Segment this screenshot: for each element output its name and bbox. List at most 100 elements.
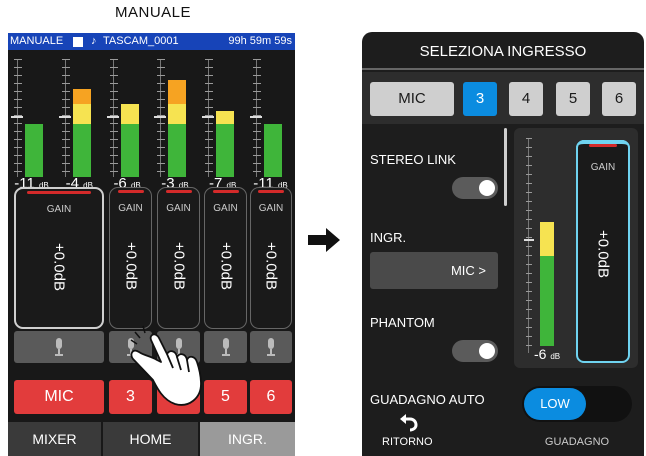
- input-select-screen: SELEZIONA INGRESSO MIC 3 4 5 6 STEREO LI…: [362, 32, 644, 456]
- stereo-link-label: STEREO LINK: [370, 152, 456, 167]
- mic-button-5[interactable]: [204, 331, 247, 363]
- meter-peak-mark: [202, 115, 215, 118]
- meter-db-readout: -6 dB: [534, 346, 560, 362]
- gain-label: GAIN: [118, 203, 143, 214]
- meter-channel: -11 dB: [247, 55, 294, 193]
- nav-ingr[interactable]: INGR.: [200, 422, 295, 456]
- ingr-select[interactable]: MIC >: [370, 252, 498, 289]
- chevron-right-icon: >: [478, 263, 486, 278]
- tab-3[interactable]: 3: [463, 82, 497, 116]
- meter-channel: -6 dB: [104, 55, 151, 193]
- gain-card-5[interactable]: GAIN +0.0dB: [204, 187, 247, 329]
- gain-card-4[interactable]: GAIN +0.0dB: [157, 187, 200, 329]
- meter-peak-mark: [154, 115, 167, 118]
- meter-db-unit: dB: [550, 352, 561, 361]
- mic-button-6[interactable]: [250, 331, 292, 363]
- status-remaining-time: 99h 59m 59s: [228, 35, 292, 47]
- meter-channel: -7 dB: [199, 55, 246, 193]
- peak-indicator: [589, 144, 617, 147]
- microphone-icon: [221, 338, 230, 356]
- settings-scrollbar[interactable]: [504, 128, 507, 206]
- gain-card-6[interactable]: GAIN +0.0dB: [250, 187, 292, 329]
- gain-value: +0.0dB: [217, 242, 234, 290]
- meter-scale: [157, 59, 166, 177]
- music-note-icon: ♪: [91, 35, 97, 47]
- meter-scale: [253, 59, 261, 177]
- peak-indicator: [117, 190, 144, 193]
- meter-peak-mark: [250, 115, 262, 118]
- meter-bar-orange: [72, 88, 91, 104]
- meter-scale: [14, 59, 22, 177]
- microphone-icon: [267, 338, 275, 356]
- tab-mic[interactable]: MIC: [370, 82, 454, 116]
- meter-scale: [526, 138, 532, 353]
- meter-bar-yellow: [120, 103, 139, 124]
- meter-bar-green: [216, 123, 235, 177]
- gain-card-3[interactable]: GAIN +0.0dB: [109, 187, 152, 329]
- gain-label: GAIN: [166, 203, 191, 214]
- meter-scale: [109, 59, 118, 177]
- meter-channel: -4 dB: [56, 55, 103, 193]
- nav-mixer[interactable]: MIXER: [8, 422, 101, 456]
- status-filename: TASCAM_0001: [103, 35, 179, 47]
- microphone-icon: [55, 338, 63, 356]
- peak-indicator: [258, 190, 284, 193]
- phantom-label: PHANTOM: [370, 315, 435, 330]
- meter-channel: -11 dB: [8, 55, 55, 193]
- gain-value: +0.0dB: [170, 242, 187, 290]
- channel-button-6[interactable]: 6: [250, 380, 292, 414]
- level-meters: -11 dB -4 dB -6 dB -3 dB -7 dB -11 dB: [8, 55, 295, 193]
- tab-4[interactable]: 4: [509, 82, 543, 116]
- gain-label: GAIN: [46, 204, 72, 215]
- input-tabs: MIC 3 4 5 6: [362, 72, 644, 124]
- ingr-value: MIC: [450, 263, 475, 278]
- meter-bar-green: [264, 123, 282, 177]
- meter-bar-green: [25, 123, 43, 177]
- channel-button-5[interactable]: 5: [204, 380, 247, 414]
- meter-bar-orange: [168, 80, 187, 104]
- guadagno-label: GUADAGNO: [544, 436, 610, 448]
- peak-indicator: [27, 191, 91, 194]
- channel-meter-panel: -6 dB GAIN +0.0dB: [514, 128, 638, 368]
- meter-peak-mark: [106, 115, 119, 118]
- meter-peak-mark: [524, 239, 534, 241]
- toggle-knob: [479, 180, 495, 196]
- peak-indicator: [165, 190, 192, 193]
- tab-6[interactable]: 6: [602, 82, 636, 116]
- gain-label: GAIN: [213, 203, 238, 214]
- meter-bar-yellow: [540, 222, 554, 256]
- stereo-link-toggle[interactable]: [452, 177, 498, 199]
- meter-peak-mark: [58, 115, 71, 118]
- low-option[interactable]: LOW: [524, 388, 586, 420]
- meter-scale: [61, 59, 70, 177]
- gain-value: +0.0dB: [122, 242, 139, 290]
- status-mode: MANUALE: [10, 35, 64, 47]
- back-arrow-icon[interactable]: [398, 412, 418, 432]
- meter-channel: -3 dB: [151, 55, 198, 193]
- mic-button-mic[interactable]: [14, 331, 104, 363]
- meter-bar-yellow: [72, 103, 91, 124]
- screen-title: SELEZIONA INGRESSO: [419, 43, 587, 60]
- bottom-nav: MIXER HOME INGR.: [8, 422, 295, 456]
- bottom-bar: RITORNO LOW GUADAGNO: [362, 374, 644, 456]
- peak-indicator: [212, 190, 239, 193]
- meter-db-value: -6: [534, 346, 547, 362]
- toggle-knob: [479, 343, 495, 359]
- gain-range-toggle[interactable]: LOW: [522, 386, 632, 422]
- meter-bar-green: [540, 256, 554, 346]
- title-divider: [362, 68, 644, 70]
- meter-bar-yellow: [168, 103, 187, 124]
- ingr-label: INGR.: [370, 230, 407, 245]
- meter-peak-mark: [11, 115, 23, 118]
- tab-5[interactable]: 5: [556, 82, 590, 116]
- phantom-toggle[interactable]: [452, 340, 498, 362]
- record-mode-icon: [73, 37, 83, 47]
- meter-bar-green: [168, 123, 187, 177]
- gain-card-mic[interactable]: GAIN +0.0dB: [14, 187, 104, 329]
- nav-home[interactable]: HOME: [103, 422, 198, 456]
- pointing-hand-icon: [130, 325, 202, 406]
- ritorno-button[interactable]: RITORNO: [382, 436, 433, 448]
- meter-bar-green: [72, 123, 91, 177]
- gain-card[interactable]: GAIN +0.0dB: [576, 140, 630, 363]
- channel-button-mic[interactable]: MIC: [14, 380, 104, 414]
